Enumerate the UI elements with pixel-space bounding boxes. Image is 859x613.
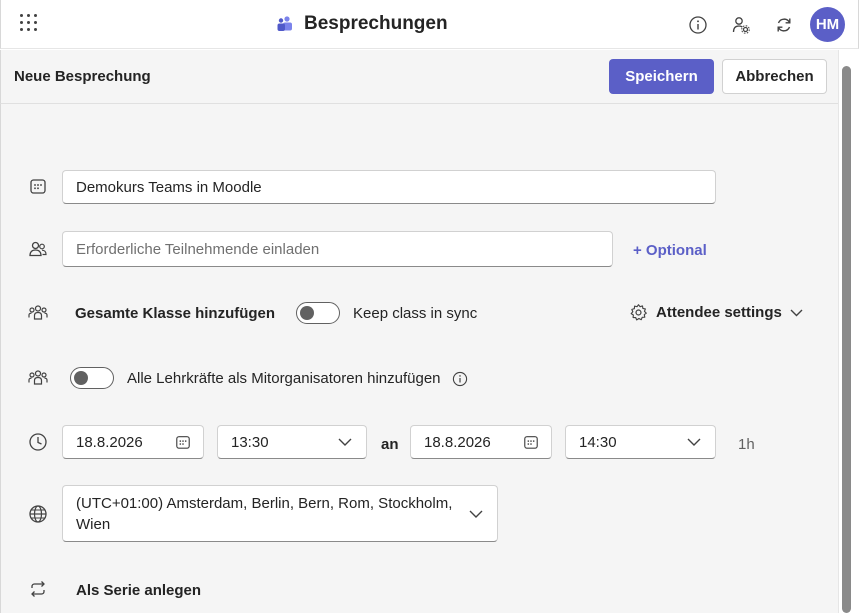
keep-sync-toggle[interactable] [296, 302, 340, 324]
add-class-label: Gesamte Klasse hinzufügen [75, 305, 276, 322]
duration-label: 1h [738, 436, 755, 453]
attendees-input[interactable]: Erforderliche Teilnehmende einladen [62, 231, 613, 267]
end-date-value: 18.8.2026 [424, 433, 491, 451]
calendar-icon [176, 436, 190, 449]
keep-sync-label: Keep class in sync [353, 305, 478, 322]
optional-attendees-link[interactable]: + Optional [633, 242, 707, 259]
start-time-select[interactable]: 13:30 [217, 425, 367, 459]
coorganizers-label: Alle Lehrkräfte als Mitorganisatoren hin… [127, 370, 441, 387]
repeat-icon [27, 578, 49, 600]
attendee-settings-label: Attendee settings [656, 304, 782, 321]
group-icon [27, 302, 49, 324]
scrollbar-thumb[interactable] [842, 66, 851, 613]
end-date-picker[interactable]: 18.8.2026 [410, 425, 552, 459]
title-input[interactable]: Demokurs Teams in Moodle [62, 170, 716, 204]
info-icon[interactable] [683, 10, 713, 40]
people-icon [27, 238, 49, 260]
calendar-icon [524, 436, 538, 449]
start-date-picker[interactable]: 18.8.2026 [62, 425, 204, 459]
chevron-down-icon [338, 438, 352, 446]
to-label: an [381, 436, 399, 453]
refresh-icon[interactable] [769, 10, 799, 40]
start-date-value: 18.8.2026 [76, 433, 143, 451]
timezone-select[interactable]: (UTC+01:00) Amsterdam, Berlin, Bern, Rom… [62, 485, 498, 542]
avatar[interactable]: HM [810, 7, 845, 42]
start-time-value: 13:30 [231, 433, 269, 451]
end-time-value: 14:30 [579, 433, 617, 451]
chevron-down-icon [790, 309, 803, 316]
people-settings-icon[interactable] [726, 10, 756, 40]
title-input-value: Demokurs Teams in Moodle [76, 178, 262, 196]
app-title: Besprechungen [304, 13, 448, 34]
app-title-group: Besprechungen [276, 11, 448, 37]
page-title: Neue Besprechung [14, 68, 151, 85]
series-option[interactable]: Als Serie anlegen [76, 582, 201, 599]
clock-icon [27, 431, 49, 453]
cancel-button[interactable]: Abbrechen [722, 59, 827, 94]
meeting-form: Demokurs Teams in Moodle Erforderliche T… [0, 104, 838, 613]
coorganizers-toggle[interactable] [70, 367, 114, 389]
save-button[interactable]: Speichern [609, 59, 714, 94]
chevron-down-icon [687, 438, 701, 446]
calendar-icon [27, 175, 49, 197]
info-icon[interactable] [452, 371, 468, 387]
timezone-value: (UTC+01:00) Amsterdam, Berlin, Bern, Rom… [76, 494, 453, 533]
attendee-settings-button[interactable]: Attendee settings [629, 303, 803, 322]
header-actions: HM [670, 7, 845, 42]
group-icon [27, 367, 49, 389]
meeting-toolbar: Neue Besprechung Speichern Abbrechen [0, 50, 838, 104]
end-time-select[interactable]: 14:30 [565, 425, 716, 459]
gear-icon [630, 304, 647, 321]
attendees-placeholder: Erforderliche Teilnehmende einladen [76, 240, 320, 258]
coorganizers-toggle-knob [74, 371, 88, 385]
globe-icon [27, 503, 49, 525]
keep-sync-toggle-knob [300, 306, 314, 320]
teams-people-icon [277, 16, 292, 31]
chevron-down-icon [469, 510, 483, 518]
app-launcher-icon[interactable] [20, 14, 38, 32]
app-header: Besprechungen HM [0, 0, 859, 49]
